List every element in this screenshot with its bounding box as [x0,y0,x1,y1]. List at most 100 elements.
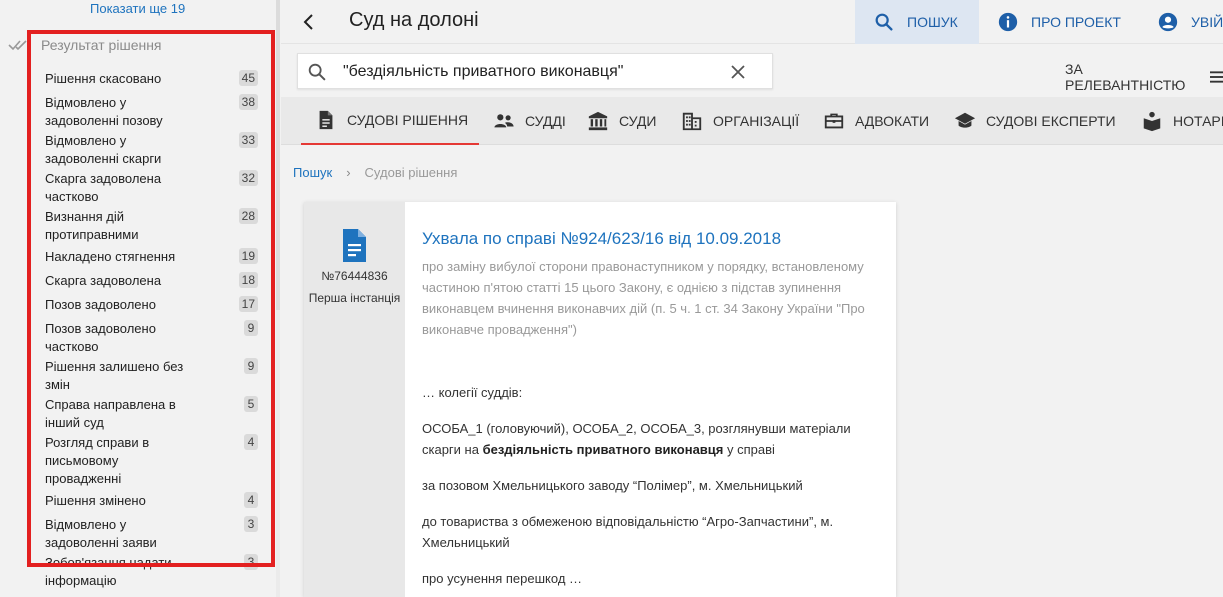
tab-lawyers[interactable]: АДВОКАТИ [823,97,929,145]
facet-count-badge: 9 [244,320,258,336]
result-excerpt: за позовом Хмельницького заводу “Полімер… [422,478,803,493]
clear-icon[interactable] [728,62,748,82]
result-summary: про заміну вибулої сторони правонаступни… [422,259,865,337]
facet-label: Розгляд справи в письмовому провадженні [45,435,150,486]
search-box [297,53,773,89]
tab-label: СУДОВІ ЕКСПЕРТИ [986,113,1116,129]
facet-item[interactable]: Визнання дій протиправними 28 [45,208,260,244]
facet-label: Позов задоволено частково [45,321,156,354]
facet-label: Рішення скасовано [45,71,162,86]
facet-label: Накладено стягнення [45,249,176,264]
facet-item[interactable]: Накладено стягнення 19 [45,248,260,266]
double-check-icon [8,40,27,51]
category-tabs: СУДОВІ РІШЕННЯ СУДДІ СУДИ ОРГАНІЗАЦІЇ АД… [281,97,1223,145]
facet-item[interactable]: Розгляд справи в письмовому провадженні … [45,434,260,488]
facet-item[interactable]: Зобов'язання надати інформацію 3 [45,554,260,590]
facet-item[interactable]: Рішення змінено 4 [45,492,260,510]
facet-count-badge: 38 [238,94,258,110]
court-building-icon [588,111,608,131]
court-instance: Перша інстанція [308,291,401,305]
facet-label: Скарга задоволена частково [45,171,162,204]
excerpt-highlight: бездіяльність приватного виконавця [482,442,724,457]
tab-judges[interactable]: СУДДІ [493,97,566,145]
result-excerpt: до товариства з обмеженою відповідальніс… [422,514,834,550]
tab-forensic-experts[interactable]: СУДОВІ ЕКСПЕРТИ [954,97,1116,145]
nav-about-label: ПРО ПРОЕКТ [1031,14,1121,30]
facet-count-badge: 19 [238,248,258,264]
facet-label: Рішення змінено [45,493,146,508]
facet-label: Позов задоволено [45,297,156,312]
facet-item[interactable]: Рішення скасовано 45 [45,70,260,88]
excerpt-text: у справі [723,442,775,457]
back-arrow-icon[interactable] [297,10,321,34]
sort-lines-icon [1209,71,1223,83]
graduation-cap-icon [954,112,976,128]
facet-count-badge: 4 [244,492,258,508]
nav-about-button[interactable]: ПРО ПРОЕКТ [997,0,1121,44]
facet-item[interactable]: Скарга задоволена 18 [45,272,260,290]
facet-item[interactable]: Позов задоволено частково 9 [45,320,260,356]
facet-count-badge: 4 [244,434,258,450]
facet-label: Скарга задоволена [45,273,162,288]
tab-courts[interactable]: СУДИ [587,97,656,145]
breadcrumb-current: Судові рішення [364,165,458,180]
facet-count-badge: 28 [238,208,258,224]
facet-label: Зобов'язання надати інформацію [45,555,172,588]
sidebar-scrollbar-thumb[interactable] [276,0,280,310]
facet-label: Відмовлено у задоволенні заяви [45,517,157,550]
document-icon [343,229,366,262]
facet-item[interactable]: Відмовлено у задоволенні заяви 3 [45,516,260,552]
sort-dropdown[interactable]: ЗА РЕЛЕВАНТНІСТЮ [1065,61,1223,93]
breadcrumb-search-link[interactable]: Пошук [293,165,332,180]
result-card: №76444836 Перша інстанція Ухвала по спра… [304,202,896,597]
tab-notaries[interactable]: НОТАРІУСИ [1141,97,1223,145]
tab-label: ОРГАНІЗАЦІЇ [713,113,800,129]
result-excerpt: про усунення перешкод … [422,571,583,586]
facet-item[interactable]: Позов задоволено 17 [45,296,260,314]
search-input[interactable] [343,60,723,84]
tab-label: СУДДІ [525,113,566,129]
info-icon [998,12,1018,32]
book-reader-icon [1143,111,1161,132]
facet-count-badge: 17 [238,296,258,312]
office-building-icon [682,112,702,131]
result-title-link[interactable]: Ухвала по справі №924/623/16 від 10.09.2… [422,228,882,250]
tab-label: СУДОВІ РІШЕННЯ [347,112,469,128]
facet-item[interactable]: Відмовлено у задоволенні позову 38 [45,94,260,130]
facet-item[interactable]: Скарга задоволена частково 32 [45,170,260,206]
tab-label: АДВОКАТИ [855,113,930,129]
nav-login-label: УВІЙТИ [1191,14,1223,30]
nav-login-button[interactable]: УВІЙТИ [1157,0,1223,44]
tab-label: СУДИ [619,113,657,129]
chevron-right-icon: › [346,165,351,180]
facet-count-badge: 32 [238,170,258,186]
account-circle-icon [1158,12,1178,32]
app-title: Суд на долоні [349,9,479,31]
facet-group-title: Результат рішення [41,37,162,53]
facet-count-badge: 45 [238,70,258,86]
facet-label: Визнання дій протиправними [45,209,139,242]
app-header: Суд на долоні ПОШУК ПРО ПРОЕКТ УВІЙТИ [281,0,1223,44]
tab-court-decisions[interactable]: СУДОВІ РІШЕННЯ [301,97,479,145]
facet-item[interactable]: Справа направлена в інший суд 5 [45,396,260,432]
facet-label: Відмовлено у задоволенні позову [45,95,163,128]
result-card-body: Ухвала по справі №924/623/16 від 10.09.2… [422,228,882,589]
result-card-sidebar: №76444836 Перша інстанція [304,202,405,597]
facet-item[interactable]: Рішення залишено без змін 9 [45,358,260,394]
facet-item[interactable]: Відмовлено у задоволенні скарги 33 [45,132,260,168]
tab-organizations[interactable]: ОРГАНІЗАЦІЇ [681,97,799,145]
breadcrumb: Пошук › Судові рішення [293,165,457,180]
search-icon [308,63,326,81]
facet-count-badge: 18 [238,272,258,288]
facet-count-badge: 3 [244,554,258,570]
facet-list: Рішення скасовано 45 Відмовлено у задово… [45,70,260,588]
show-more-link[interactable]: Показати ще 19 [90,1,185,16]
result-excerpt: … колегії суддів: [422,385,523,400]
facet-count-badge: 5 [244,396,258,412]
nav-search-button[interactable]: ПОШУК [855,0,979,44]
document-number: №76444836 [321,269,388,283]
nav-search-label: ПОШУК [907,14,958,30]
sort-label: ЗА РЕЛЕВАНТНІСТЮ [1065,61,1186,93]
facet-count-badge: 3 [244,516,258,532]
facet-count-badge: 33 [238,132,258,148]
